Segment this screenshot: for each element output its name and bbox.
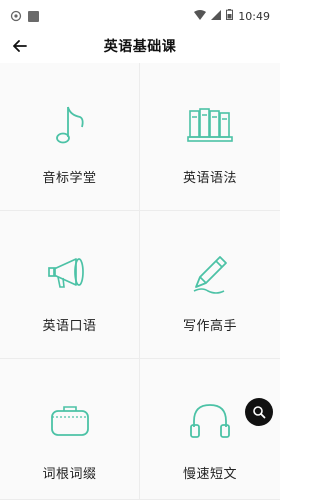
course-menu-grid: 音标学堂 英语语法 英语口语 写作高手 词根词缀 慢速短文 — [0, 63, 280, 500]
status-left — [10, 7, 39, 26]
signal-icon — [211, 9, 222, 23]
menu-item-grammar[interactable]: 英语语法 — [140, 63, 280, 211]
menu-item-label: 英语口语 — [42, 319, 97, 334]
menu-item-slow-reading[interactable]: 慢速短文 — [140, 359, 280, 500]
search-icon — [253, 406, 266, 419]
app-bar: 英语基础课 — [0, 32, 280, 60]
status-bar: 10:49 — [0, 0, 280, 32]
bag-icon — [46, 397, 94, 445]
search-fab[interactable] — [245, 398, 273, 426]
page-title: 英语基础课 — [103, 39, 177, 55]
menu-item-label: 词根词缀 — [42, 467, 97, 482]
battery-icon — [226, 9, 234, 23]
app-status-icon — [28, 10, 39, 22]
menu-item-roots-affixes[interactable]: 词根词缀 — [0, 359, 140, 500]
menu-item-label: 慢速短文 — [182, 467, 237, 482]
notification-icon — [10, 7, 22, 26]
menu-item-writing[interactable]: 写作高手 — [140, 211, 280, 359]
menu-item-speaking[interactable]: 英语口语 — [0, 211, 140, 359]
status-time: 10:49 — [238, 9, 270, 23]
pencil-icon — [186, 249, 234, 297]
menu-item-phonetics[interactable]: 音标学堂 — [0, 63, 140, 211]
menu-item-label: 英语语法 — [182, 171, 237, 186]
megaphone-icon — [46, 249, 94, 297]
music-note-icon — [46, 101, 94, 149]
back-button[interactable] — [8, 36, 32, 56]
wifi-icon — [194, 9, 207, 23]
books-icon — [186, 101, 234, 149]
menu-item-label: 写作高手 — [182, 319, 237, 334]
arrow-left-icon — [13, 40, 27, 52]
menu-item-label: 音标学堂 — [42, 171, 97, 186]
status-right: 10:49 — [194, 9, 270, 23]
headphones-icon — [186, 397, 234, 445]
